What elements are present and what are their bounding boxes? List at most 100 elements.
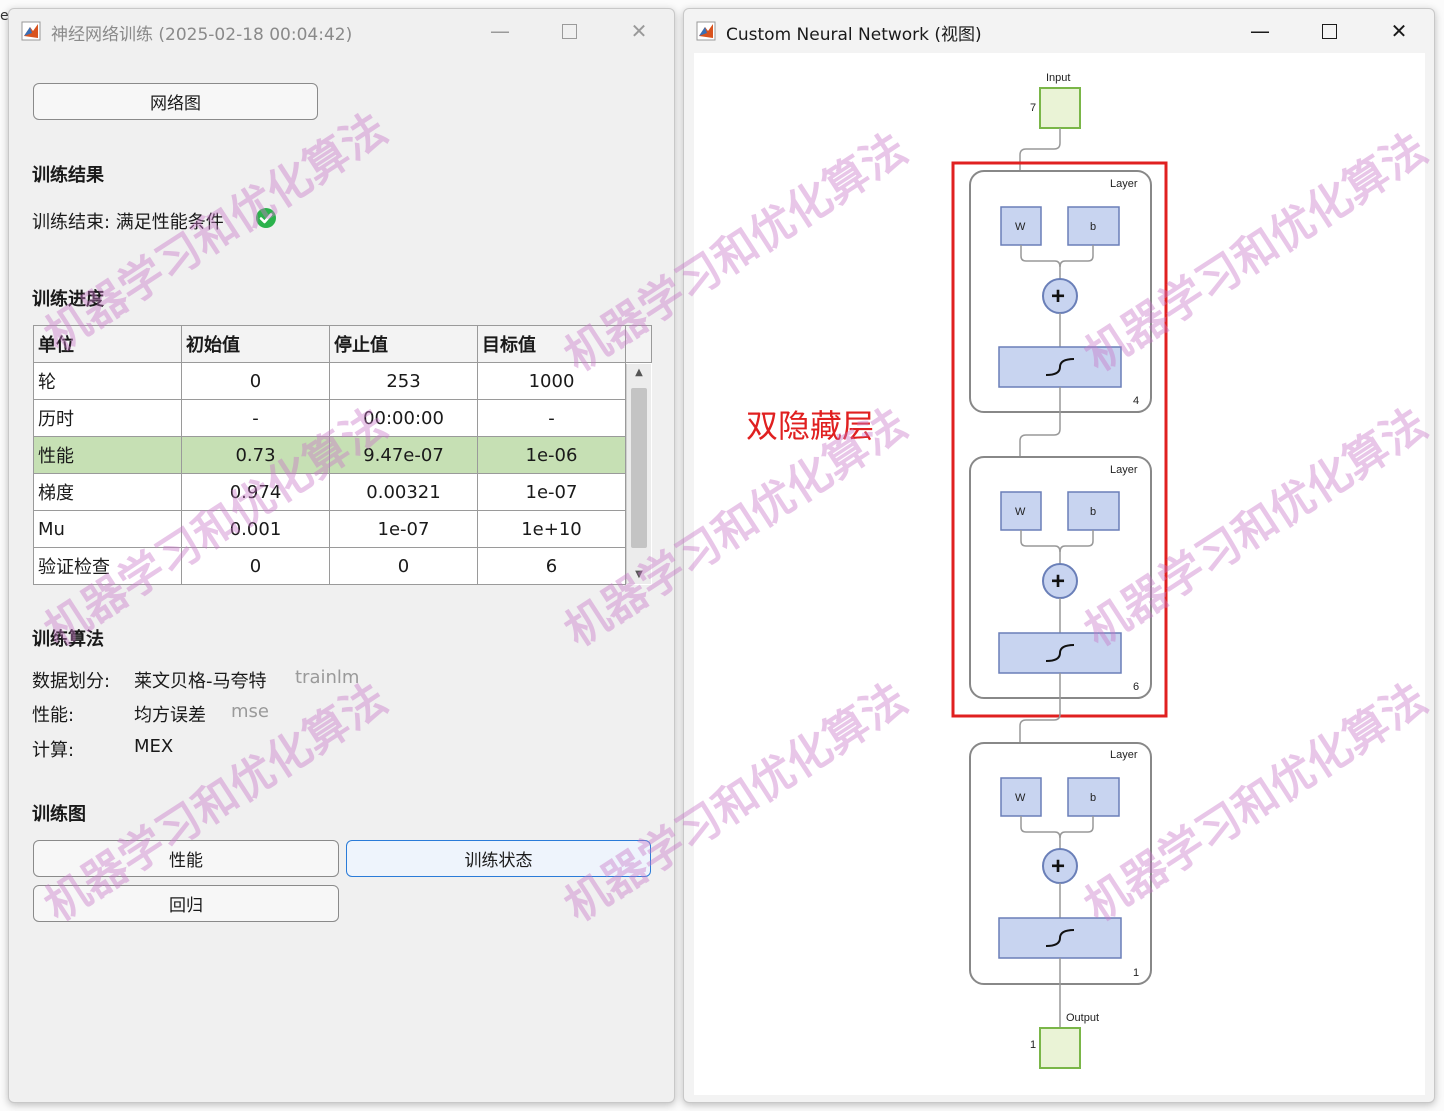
maximize-button[interactable] xyxy=(546,15,592,47)
close-button[interactable]: ✕ xyxy=(616,15,662,47)
check-icon xyxy=(256,208,276,228)
plus-icon: + xyxy=(1051,568,1065,595)
output-node[interactable] xyxy=(1039,1027,1081,1069)
algo-value-calculation: MEX xyxy=(134,736,174,757)
algo-code-division: trainlm xyxy=(295,667,360,688)
cell-initial: 0.974 xyxy=(181,473,330,511)
cell-stop: 253 xyxy=(329,362,478,400)
cell-initial: 0.001 xyxy=(181,510,330,548)
maximize-icon xyxy=(561,23,577,39)
layer-block-output[interactable]: Layer W b + 1 xyxy=(969,742,1152,985)
maximize-button[interactable] xyxy=(1306,15,1352,47)
scroll-down-icon[interactable]: ▼ xyxy=(627,566,651,584)
layer-block-hidden-2[interactable]: Layer W b + 6 xyxy=(969,456,1152,699)
table-row[interactable]: 历时 - 00:00:00 - xyxy=(33,399,652,437)
network-view-button[interactable]: 网络图 xyxy=(33,83,318,120)
network-view-window: Custom Neural Network (视图) — ✕ 双隐藏层 Inpu… xyxy=(683,8,1435,1103)
minimize-button[interactable]: — xyxy=(477,15,523,47)
title-bar[interactable]: Custom Neural Network (视图) — ✕ xyxy=(684,9,1434,53)
column-header: 停止值 xyxy=(329,325,478,363)
algo-value-performance: 均方误差 xyxy=(134,705,206,726)
cell-unit: 验证检查 xyxy=(33,547,182,585)
layer-label: Layer xyxy=(1110,749,1138,761)
window-title: Custom Neural Network (视图) xyxy=(726,25,982,45)
cell-unit: Mu xyxy=(33,510,182,548)
layer-block-hidden-1[interactable]: Layer W b + 4 xyxy=(969,170,1152,413)
table-row-highlighted[interactable]: 性能 0.73 9.47e-07 1e-06 xyxy=(33,436,652,474)
training-status-text: 训练结束: 满足性能条件 xyxy=(32,212,224,233)
layer-label: Layer xyxy=(1110,178,1138,190)
algo-label-division: 数据划分: xyxy=(32,671,111,692)
column-header: 初始值 xyxy=(181,325,330,363)
table-row[interactable]: 轮 0 253 1000 xyxy=(33,362,652,400)
table-scrollbar[interactable]: ▲ ▼ xyxy=(626,364,651,584)
algorithms-heading: 训练算法 xyxy=(32,629,104,650)
cell-unit: 历时 xyxy=(33,399,182,437)
layer-size: 1 xyxy=(1133,967,1139,979)
column-header-spacer xyxy=(625,325,652,363)
layer-label: Layer xyxy=(1110,464,1138,476)
network-diagram-canvas: 双隐藏层 Input 7 Layer W b + 4 Layer W b + 6… xyxy=(694,53,1425,1095)
cell-target: 1e-07 xyxy=(477,473,626,511)
close-button[interactable]: ✕ xyxy=(1376,15,1422,47)
bias-label: b xyxy=(1090,506,1096,518)
scrollbar-thumb[interactable] xyxy=(631,388,647,548)
cell-initial: 0 xyxy=(181,362,330,400)
cell-initial: - xyxy=(181,399,330,437)
scroll-up-icon[interactable]: ▲ xyxy=(627,364,651,382)
training-window: 神经网络训练 (2025-02-18 00:04:42) — ✕ 网络图 训练结… xyxy=(8,8,675,1103)
cell-target: - xyxy=(477,399,626,437)
title-bar[interactable]: 神经网络训练 (2025-02-18 00:04:42) — ✕ xyxy=(9,9,674,53)
table-row[interactable]: 梯度 0.974 0.00321 1e-07 xyxy=(33,473,652,511)
window-title: 神经网络训练 (2025-02-18 00:04:42) xyxy=(51,25,353,45)
connector xyxy=(1019,698,1061,743)
layer-size: 4 xyxy=(1133,395,1139,407)
progress-heading: 训练进度 xyxy=(32,289,104,310)
cell-target: 1e-06 xyxy=(477,436,626,474)
maximize-icon xyxy=(1321,23,1337,39)
plus-icon: + xyxy=(1051,283,1065,310)
algo-label-calculation: 计算: xyxy=(32,740,75,761)
results-heading: 训练结果 xyxy=(32,165,104,186)
bias-label: b xyxy=(1090,221,1096,233)
connector xyxy=(1019,128,1061,171)
plots-heading: 训练图 xyxy=(32,804,86,825)
regression-plot-button[interactable]: 回归 xyxy=(33,885,339,922)
bias-label: b xyxy=(1090,792,1096,804)
cell-unit: 性能 xyxy=(33,436,182,474)
progress-table: 单位 初始值 停止值 目标值 轮 0 253 1000 历时 - 00:00:0… xyxy=(33,325,652,585)
matlab-icon xyxy=(21,21,41,41)
cell-stop: 00:00:00 xyxy=(329,399,478,437)
column-header: 目标值 xyxy=(477,325,626,363)
column-header: 单位 xyxy=(33,325,182,363)
cell-initial: 0 xyxy=(181,547,330,585)
algo-label-performance: 性能: xyxy=(32,705,75,726)
cell-initial: 0.73 xyxy=(181,436,330,474)
cell-stop: 9.47e-07 xyxy=(329,436,478,474)
minimize-button[interactable]: — xyxy=(1237,15,1283,47)
weight-label: W xyxy=(1015,506,1026,518)
cell-target: 1e+10 xyxy=(477,510,626,548)
cell-unit: 轮 xyxy=(33,362,182,400)
input-node[interactable] xyxy=(1039,87,1081,129)
network-diagram: Input 7 Layer W b + 4 Layer W b + 6 Laye… xyxy=(951,72,1168,1069)
cell-target: 1000 xyxy=(477,362,626,400)
input-size: 7 xyxy=(1030,102,1036,114)
cell-stop: 0 xyxy=(329,547,478,585)
table-row[interactable]: Mu 0.001 1e-07 1e+10 xyxy=(33,510,652,548)
matlab-icon xyxy=(696,21,716,41)
table-row[interactable]: 验证检查 0 0 6 xyxy=(33,547,652,585)
input-label: Input xyxy=(1046,72,1070,84)
weight-label: W xyxy=(1015,792,1026,804)
cell-unit: 梯度 xyxy=(33,473,182,511)
cell-stop: 0.00321 xyxy=(329,473,478,511)
table-header-row: 单位 初始值 停止值 目标值 xyxy=(33,325,652,363)
cell-stop: 1e-07 xyxy=(329,510,478,548)
training-state-button[interactable]: 训练状态 xyxy=(346,840,651,877)
weight-label: W xyxy=(1015,221,1026,233)
plus-icon: + xyxy=(1051,853,1065,880)
connector xyxy=(1019,412,1061,457)
performance-plot-button[interactable]: 性能 xyxy=(33,840,339,877)
output-size: 1 xyxy=(1030,1039,1036,1051)
output-label: Output xyxy=(1066,1012,1099,1024)
